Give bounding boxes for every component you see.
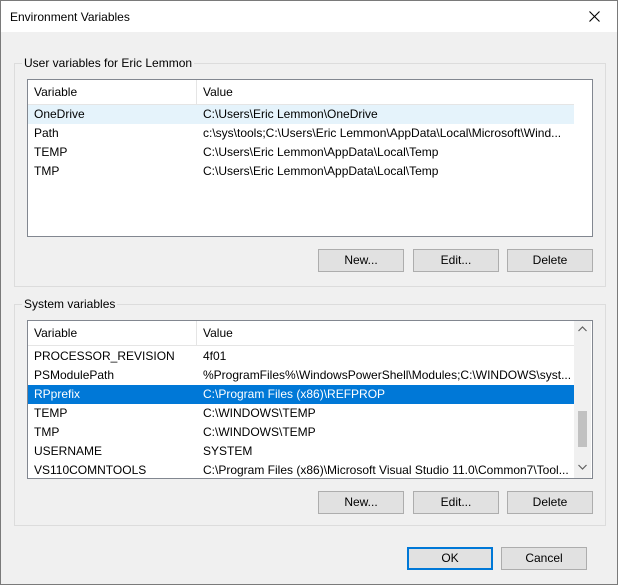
table-row[interactable]: PROCESSOR_REVISION 4f01 (28, 347, 574, 366)
window-title: Environment Variables (10, 10, 130, 24)
table-row[interactable]: OneDrive C:\Users\Eric Lemmon\OneDrive (28, 105, 574, 124)
table-row[interactable]: TMP C:\WINDOWS\TEMP (28, 423, 574, 442)
system-variables-group-title: System variables (22, 297, 118, 311)
variable-cell: RPprefix (34, 387, 81, 401)
user-delete-button[interactable]: Delete (507, 249, 593, 272)
ok-button-label: OK (441, 551, 459, 565)
user-list-header: Variable Value (28, 80, 574, 105)
variable-cell: USERNAME (34, 444, 103, 458)
variable-cell: TEMP (34, 406, 68, 420)
variable-cell: Path (34, 126, 59, 140)
environment-variables-dialog: Environment Variables User variables for… (0, 0, 618, 585)
user-variables-group-title: User variables for Eric Lemmon (22, 56, 195, 70)
variable-cell: VS110COMNTOOLS (34, 463, 147, 477)
title-bar: Environment Variables (1, 1, 617, 32)
variable-cell: TEMP (34, 145, 68, 159)
value-cell: C:\Program Files (x86)\REFPROP (203, 387, 386, 401)
value-cell: C:\Users\Eric Lemmon\AppData\Local\Temp (203, 145, 439, 159)
system-new-button-label: New... (344, 495, 378, 509)
system-delete-button-label: Delete (532, 495, 568, 509)
value-cell: C:\WINDOWS\TEMP (203, 425, 316, 439)
table-row-selected[interactable]: RPprefix C:\Program Files (x86)\REFPROP (28, 385, 574, 404)
column-header-value[interactable]: Value (197, 321, 574, 345)
variable-cell: PSModulePath (34, 368, 115, 382)
chevron-down-icon (578, 464, 587, 470)
system-list-header: Variable Value (28, 321, 574, 346)
table-row[interactable]: VS110COMNTOOLS C:\Program Files (x86)\Mi… (28, 461, 574, 478)
user-variables-list[interactable]: Variable Value OneDrive C:\Users\Eric Le… (27, 79, 593, 237)
variable-cell: TMP (34, 164, 60, 178)
scroll-thumb[interactable] (578, 411, 587, 447)
value-cell: C:\WINDOWS\TEMP (203, 406, 316, 420)
chevron-up-icon (578, 326, 587, 332)
variable-cell: TMP (34, 425, 60, 439)
user-new-button-label: New... (344, 253, 378, 267)
user-new-button[interactable]: New... (318, 249, 404, 272)
system-edit-button-label: Edit... (440, 495, 472, 509)
table-row[interactable]: TEMP C:\Users\Eric Lemmon\AppData\Local\… (28, 143, 574, 162)
system-variables-group: System variables Variable Value PROCESSO… (14, 297, 606, 526)
user-variables-group: User variables for Eric Lemmon Variable … (14, 56, 606, 287)
system-variables-list[interactable]: Variable Value PROCESSOR_REVISION 4f01 P… (27, 320, 593, 479)
table-row[interactable]: USERNAME SYSTEM (28, 442, 574, 461)
value-cell: c:\sys\tools;C:\Users\Eric Lemmon\AppDat… (203, 126, 562, 140)
system-new-button[interactable]: New... (318, 491, 404, 514)
close-icon (588, 11, 600, 22)
value-cell: %ProgramFiles%\WindowsPowerShell\Modules… (203, 368, 571, 382)
value-cell: SYSTEM (203, 444, 253, 458)
column-header-value[interactable]: Value (197, 80, 574, 104)
table-row[interactable]: Path c:\sys\tools;C:\Users\Eric Lemmon\A… (28, 124, 574, 143)
system-list-scrollbar[interactable] (574, 321, 591, 478)
variable-cell: PROCESSOR_REVISION (34, 349, 175, 363)
user-edit-button[interactable]: Edit... (413, 249, 499, 272)
value-cell: C:\Users\Eric Lemmon\OneDrive (203, 107, 378, 121)
column-header-variable[interactable]: Variable (28, 80, 197, 104)
ok-button[interactable]: OK (407, 547, 493, 570)
value-cell: C:\Program Files (x86)\Microsoft Visual … (203, 463, 569, 477)
scroll-up-button[interactable] (574, 321, 591, 338)
user-delete-button-label: Delete (532, 253, 568, 267)
table-row[interactable]: TMP C:\Users\Eric Lemmon\AppData\Local\T… (28, 162, 574, 181)
column-header-variable[interactable]: Variable (28, 321, 197, 345)
close-button[interactable] (571, 1, 617, 32)
value-cell: C:\Users\Eric Lemmon\AppData\Local\Temp (203, 164, 439, 178)
scroll-down-button[interactable] (574, 459, 591, 476)
table-row[interactable]: TEMP C:\WINDOWS\TEMP (28, 404, 574, 423)
cancel-button[interactable]: Cancel (501, 547, 587, 570)
system-delete-button[interactable]: Delete (507, 491, 593, 514)
system-edit-button[interactable]: Edit... (413, 491, 499, 514)
user-edit-button-label: Edit... (440, 253, 472, 267)
cancel-button-label: Cancel (525, 551, 563, 565)
value-cell: 4f01 (203, 349, 227, 363)
table-row[interactable]: PSModulePath %ProgramFiles%\WindowsPower… (28, 366, 574, 385)
variable-cell: OneDrive (34, 107, 85, 121)
